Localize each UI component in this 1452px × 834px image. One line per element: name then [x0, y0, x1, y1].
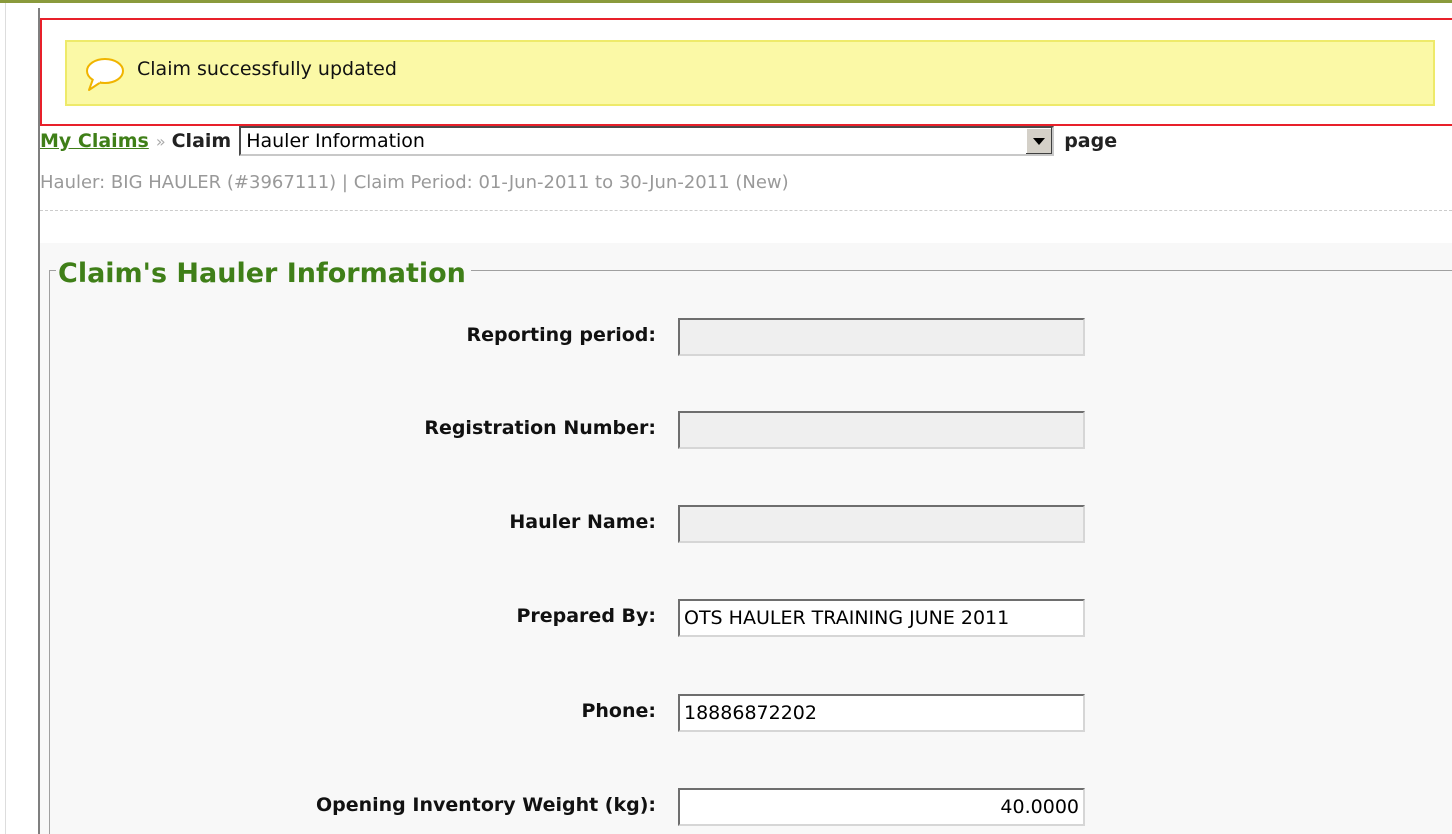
breadcrumb-separator: » — [155, 131, 166, 151]
dashed-divider — [40, 210, 1452, 211]
reporting-period-field[interactable] — [678, 318, 1085, 356]
form-row-reporting-period: Reporting period: — [40, 316, 1452, 358]
phone-field[interactable] — [678, 694, 1085, 732]
form-row-registration-number: Registration Number: — [40, 409, 1452, 451]
hauler-name-label: Hauler Name: — [509, 511, 656, 533]
top-divider — [0, 0, 1452, 3]
dropdown-arrow-icon[interactable] — [1025, 128, 1053, 154]
registration-number-field[interactable] — [678, 411, 1085, 449]
registration-number-label: Registration Number: — [424, 417, 656, 439]
prepared-by-field[interactable] — [678, 599, 1085, 637]
form-row-hauler-name: Hauler Name: — [40, 503, 1452, 545]
form-row-prepared-by: Prepared By: — [40, 597, 1452, 639]
form-legend: Claim's Hauler Information — [56, 258, 471, 289]
phone-label: Phone: — [581, 700, 656, 722]
claim-page-select[interactable]: Hauler Information — [239, 126, 1055, 156]
opening-inventory-weight-field[interactable] — [678, 788, 1085, 826]
speech-bubble-icon — [86, 58, 124, 91]
success-notice: Claim successfully updated — [65, 40, 1435, 106]
form-row-opening-inventory-weight: Opening Inventory Weight (kg): — [40, 786, 1452, 828]
reporting-period-label: Reporting period: — [466, 324, 657, 346]
hauler-name-field[interactable] — [678, 505, 1085, 543]
breadcrumb: My Claims » Claim Hauler Information pag… — [40, 124, 1117, 158]
my-claims-link[interactable]: My Claims — [40, 130, 149, 152]
form-row-phone: Phone: — [40, 692, 1452, 734]
opening-inventory-weight-label: Opening Inventory Weight (kg): — [315, 794, 656, 816]
claim-page: Claim successfully updated My Claims » C… — [0, 0, 1452, 834]
claim-summary: Hauler: BIG HAULER (#3967111) | Claim Pe… — [40, 172, 789, 193]
prepared-by-label: Prepared By: — [516, 605, 656, 627]
breadcrumb-page-label: page — [1064, 130, 1118, 152]
claim-page-select-value: Hauler Information — [246, 130, 425, 152]
left-divider — [5, 3, 6, 834]
notice-message: Claim successfully updated — [137, 58, 397, 80]
breadcrumb-claim-label: Claim — [171, 130, 232, 152]
